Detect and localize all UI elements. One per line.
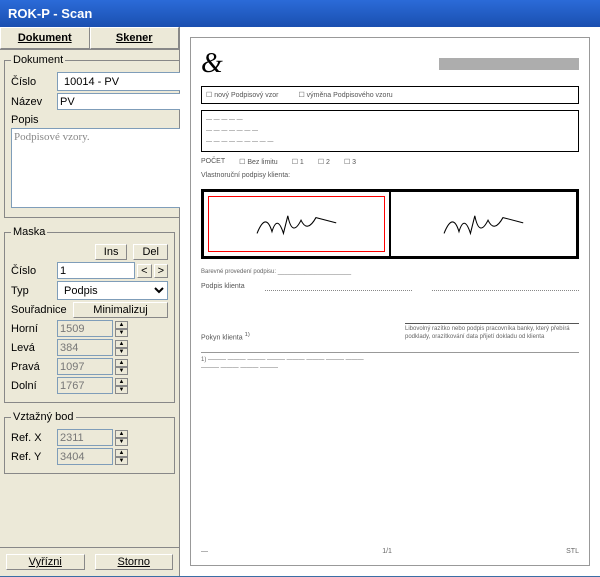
maska-cislo-input[interactable] (57, 262, 135, 279)
prava-up[interactable]: ▲ (115, 359, 128, 367)
next-button[interactable]: > (154, 264, 168, 278)
leva-label: Levá (11, 342, 53, 354)
typ-label: Typ (11, 285, 53, 297)
horni-down[interactable]: ▼ (115, 329, 128, 337)
del-button[interactable]: Del (133, 244, 168, 260)
horni-input[interactable] (57, 320, 113, 337)
maska-cislo-label: Číslo (11, 265, 53, 277)
prava-label: Pravá (11, 361, 53, 373)
refx-label: Ref. X (11, 432, 53, 444)
logo-ampersand: & (201, 48, 223, 80)
refx-down[interactable]: ▼ (115, 438, 128, 446)
refy-down[interactable]: ▼ (115, 457, 128, 465)
leva-input[interactable] (57, 339, 113, 356)
dolni-up[interactable]: ▲ (115, 378, 128, 386)
refy-input[interactable] (57, 448, 113, 465)
vztazny-legend: Vztažný bod (11, 411, 76, 423)
dolni-label: Dolní (11, 380, 53, 392)
dokument-tab[interactable]: Dokument (0, 27, 90, 49)
vztazny-group: Vztažný bod Ref. X ▲▼ Ref. Y ▲▼ (4, 411, 175, 474)
leva-down[interactable]: ▼ (115, 348, 128, 356)
maska-group: Maska Ins Del Číslo < > Typ Podpis Souřa… (4, 226, 175, 403)
refy-up[interactable]: ▲ (115, 449, 128, 457)
prev-button[interactable]: < (137, 264, 151, 278)
storno-button[interactable]: Storno (95, 554, 174, 570)
header-redaction (439, 58, 579, 70)
left-panel: Dokument Skener Dokument Číslo 10014 - P… (0, 27, 180, 576)
souradnice-label: Souřadnice (11, 304, 69, 316)
signature-cell-1 (203, 191, 390, 257)
leva-up[interactable]: ▲ (115, 340, 128, 348)
vyrizni-button[interactable]: Vyřízni (6, 554, 85, 570)
dokument-legend: Dokument (11, 54, 65, 66)
refx-up[interactable]: ▲ (115, 430, 128, 438)
skener-tab[interactable]: Skener (90, 27, 180, 49)
horni-up[interactable]: ▲ (115, 321, 128, 329)
typ-select[interactable]: Podpis (57, 281, 168, 300)
cislo-label: Číslo (11, 76, 53, 88)
prava-input[interactable] (57, 358, 113, 375)
popis-textarea[interactable]: Podpisové vzory. (11, 128, 205, 208)
refy-label: Ref. Y (11, 451, 53, 463)
horni-label: Horní (11, 323, 53, 335)
dolni-input[interactable] (57, 377, 113, 394)
document-preview: & ☐ nový Podpisový vzor ☐ výměna Podpiso… (180, 27, 600, 576)
ins-button[interactable]: Ins (95, 244, 128, 260)
maska-legend: Maska (11, 226, 47, 238)
signature-area (201, 189, 579, 259)
window-title: ROK-P - Scan (0, 0, 600, 27)
signature-cell-2 (390, 191, 577, 257)
nazev-label: Název (11, 96, 53, 108)
prava-down[interactable]: ▼ (115, 367, 128, 375)
minimalizuj-button[interactable]: Minimalizuj (73, 302, 168, 318)
popis-label: Popis (11, 114, 205, 126)
refx-input[interactable] (57, 429, 113, 446)
dolni-down[interactable]: ▼ (115, 386, 128, 394)
